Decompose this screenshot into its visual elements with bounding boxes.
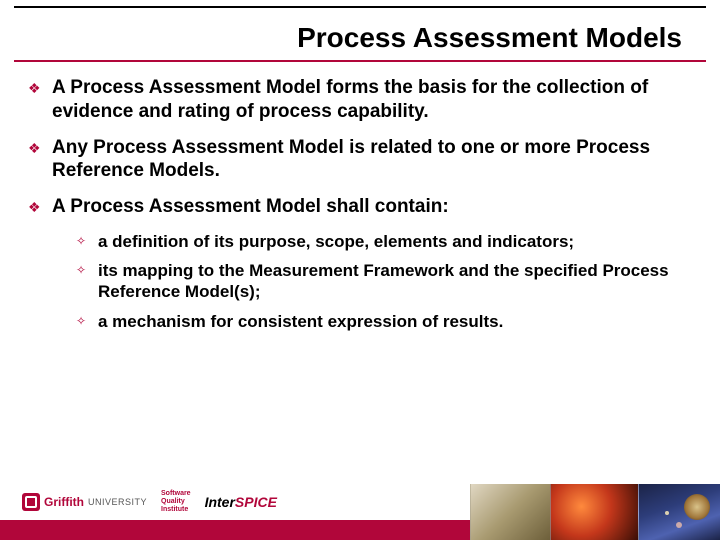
sqi-line: Software <box>161 490 191 498</box>
griffith-logo-block: Griffith UNIVERSITY <box>22 493 147 511</box>
sub-bullet-item: ✧ a definition of its purpose, scope, el… <box>76 231 692 252</box>
sub-bullet-group: ✧ a definition of its purpose, scope, el… <box>76 231 692 332</box>
diamond-bullet-icon: ❖ <box>28 195 52 216</box>
diamond-open-bullet-icon: ✧ <box>76 311 98 328</box>
sqi-line: Quality <box>161 498 191 506</box>
bullet-item: ❖ A Process Assessment Model shall conta… <box>28 195 692 219</box>
diamond-open-bullet-icon: ✧ <box>76 260 98 277</box>
slide-title: Process Assessment Models <box>14 22 682 54</box>
sub-bullet-item: ✧ a mechanism for consistent expression … <box>76 311 692 332</box>
griffith-university-label: UNIVERSITY <box>88 497 147 507</box>
diamond-bullet-icon: ❖ <box>28 136 52 157</box>
sub-bullet-text: a definition of its purpose, scope, elem… <box>98 231 574 252</box>
bullet-text: A Process Assessment Model shall contain… <box>52 195 449 219</box>
title-area: Process Assessment Models <box>14 6 706 62</box>
interspice-logo: InterSPICE <box>205 494 277 510</box>
footer-image-strip <box>470 484 720 540</box>
content-area: ❖ A Process Assessment Model forms the b… <box>0 62 720 540</box>
bullet-item: ❖ Any Process Assessment Model is relate… <box>28 136 692 184</box>
griffith-name: Griffith <box>44 495 84 509</box>
bullet-text: Any Process Assessment Model is related … <box>52 136 692 184</box>
diamond-bullet-icon: ❖ <box>28 76 52 97</box>
footer: Griffith UNIVERSITY Software Quality Ins… <box>0 484 720 540</box>
sqi-label: Software Quality Institute <box>161 490 191 513</box>
sub-bullet-text: its mapping to the Measurement Framework… <box>98 260 692 303</box>
bullet-text: A Process Assessment Model forms the bas… <box>52 76 692 124</box>
footer-image-keyboard <box>470 484 550 540</box>
griffith-mark-icon <box>22 493 40 511</box>
footer-bar <box>0 520 720 540</box>
bullet-item: ❖ A Process Assessment Model forms the b… <box>28 76 692 124</box>
diamond-open-bullet-icon: ✧ <box>76 231 98 248</box>
footer-image-sun <box>550 484 638 540</box>
interspice-suffix: SPICE <box>235 494 277 510</box>
sub-bullet-text: a mechanism for consistent expression of… <box>98 311 503 332</box>
footer-image-planets <box>638 484 720 540</box>
interspice-prefix: Inter <box>205 494 235 510</box>
sqi-line: Institute <box>161 506 191 514</box>
sub-bullet-item: ✧ its mapping to the Measurement Framewo… <box>76 260 692 303</box>
